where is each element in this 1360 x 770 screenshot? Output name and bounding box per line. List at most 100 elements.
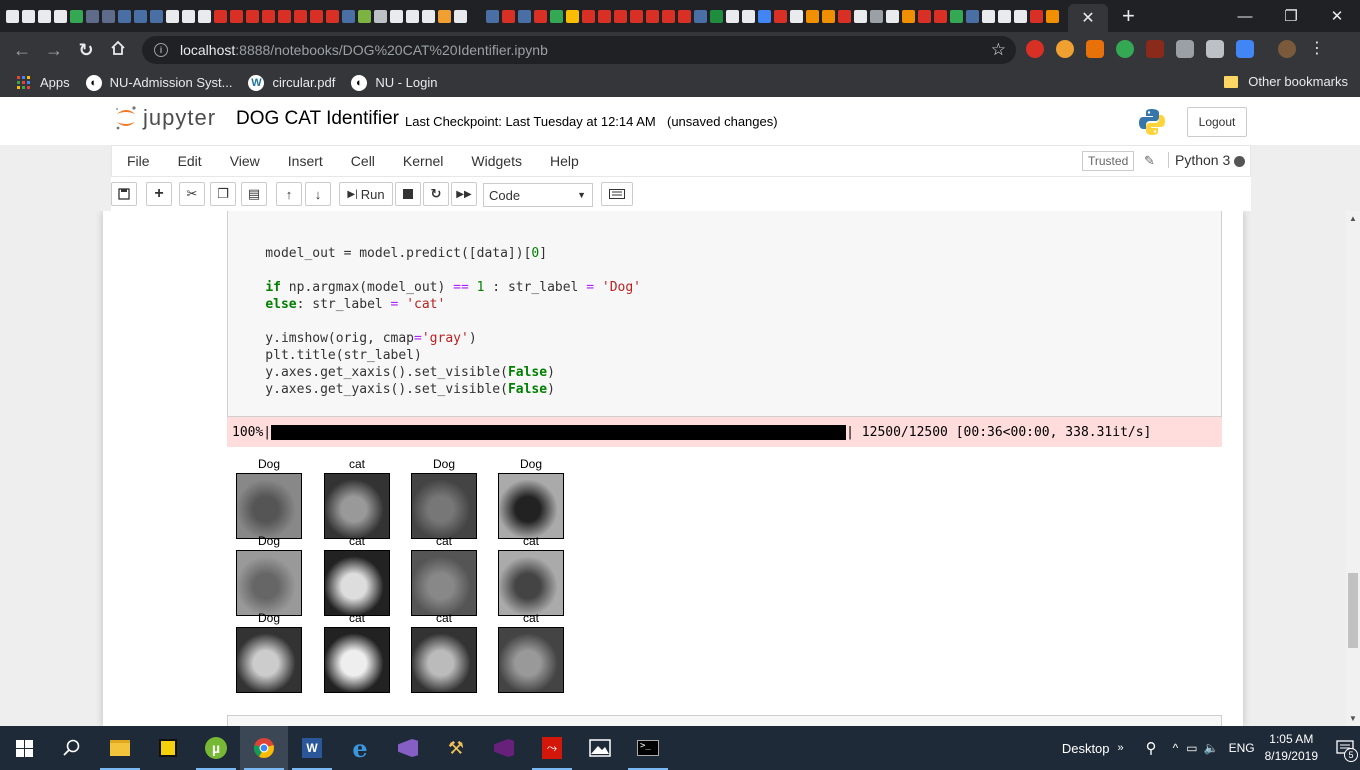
tab-favicon-icon[interactable] xyxy=(117,9,131,23)
kernel-name[interactable]: Python 3 xyxy=(1168,152,1230,168)
tab-favicon-icon[interactable] xyxy=(165,9,179,23)
page-scrollbar[interactable]: ▲ ▼ xyxy=(1346,211,1360,726)
taskbar-tools[interactable]: ⚒ xyxy=(432,726,480,770)
tab-favicon-icon[interactable] xyxy=(517,9,531,23)
tab-favicon-icon[interactable] xyxy=(405,9,419,23)
tab-favicon-icon[interactable] xyxy=(357,9,371,23)
tab-favicon-icon[interactable] xyxy=(869,9,883,23)
menu-kebab-icon[interactable]: ⋮ xyxy=(1308,40,1326,58)
tab-favicon-icon[interactable] xyxy=(565,9,579,23)
new-tab-button[interactable]: + xyxy=(1122,3,1135,29)
tab-favicon-icon[interactable] xyxy=(389,9,403,23)
close-tab-icon[interactable]: ✕ xyxy=(1081,8,1094,28)
tab-favicon-icon[interactable] xyxy=(5,9,19,23)
minimize-button[interactable]: — xyxy=(1222,0,1268,32)
tab-favicon-icon[interactable] xyxy=(277,9,291,23)
forward-icon[interactable]: → xyxy=(38,40,70,61)
tab-favicon-icon[interactable] xyxy=(37,9,51,23)
tab-favicon-icon[interactable] xyxy=(597,9,611,23)
tab-favicon-icon[interactable] xyxy=(885,9,899,23)
tab-favicon-icon[interactable] xyxy=(917,9,931,23)
cell-type-select[interactable]: Code ▼ xyxy=(483,183,593,207)
tab-favicon-icon[interactable] xyxy=(149,9,163,23)
profile-avatar[interactable] xyxy=(1278,40,1296,58)
menu-widgets[interactable]: Widgets xyxy=(471,153,522,169)
taskbar-visual-studio-code[interactable] xyxy=(384,726,432,770)
site-info-icon[interactable]: i xyxy=(154,43,168,57)
extension-icon[interactable] xyxy=(1116,40,1134,58)
tab-favicon-icon[interactable] xyxy=(741,9,755,23)
bookmark-star-icon[interactable]: ☆ xyxy=(991,40,1006,60)
tab-favicon-icon[interactable] xyxy=(933,9,947,23)
tab-favicons[interactable] xyxy=(4,9,1060,23)
taskbar-visual-studio[interactable] xyxy=(480,726,528,770)
tab-favicon-icon[interactable] xyxy=(725,9,739,23)
tab-favicon-icon[interactable] xyxy=(1029,9,1043,23)
tab-favicon-icon[interactable] xyxy=(661,9,675,23)
other-bookmarks[interactable]: Other bookmarks xyxy=(1224,74,1348,89)
tab-favicon-icon[interactable] xyxy=(325,9,339,23)
tab-favicon-icon[interactable] xyxy=(261,9,275,23)
taskbar-chrome[interactable] xyxy=(240,726,288,770)
tab-favicon-icon[interactable] xyxy=(197,9,211,23)
volume-icon[interactable]: 🔈 xyxy=(1204,741,1219,755)
tab-favicon-icon[interactable] xyxy=(501,9,515,23)
tab-favicon-icon[interactable] xyxy=(837,9,851,23)
tab-favicon-icon[interactable] xyxy=(101,9,115,23)
maximize-button[interactable]: ❐ xyxy=(1268,0,1314,32)
cut-button[interactable]: ✂ xyxy=(179,182,205,206)
tab-favicon-icon[interactable] xyxy=(549,9,563,23)
command-palette-button[interactable] xyxy=(601,182,633,206)
tab-favicon-icon[interactable] xyxy=(53,9,67,23)
tab-favicon-icon[interactable] xyxy=(21,9,35,23)
interrupt-button[interactable] xyxy=(395,182,421,206)
tab-favicon-icon[interactable] xyxy=(645,9,659,23)
paste-button[interactable]: ▤ xyxy=(241,182,267,206)
taskbar-acrobat[interactable]: ⤳ xyxy=(528,726,576,770)
home-icon[interactable] xyxy=(102,40,134,61)
tab-favicon-icon[interactable] xyxy=(469,9,483,23)
restart-run-all-button[interactable]: ▶▶ xyxy=(451,182,477,206)
copy-button[interactable]: ❐ xyxy=(210,182,236,206)
edit-pencil-icon[interactable]: ✎ xyxy=(1144,153,1155,169)
tab-favicon-icon[interactable] xyxy=(213,9,227,23)
code-editor[interactable]: model_out = model.predict([data])[0] if … xyxy=(234,211,641,432)
back-icon[interactable]: ← xyxy=(6,40,38,61)
chevron-icon[interactable]: » xyxy=(1118,742,1124,754)
show-hidden-icons[interactable]: ^ xyxy=(1173,741,1179,755)
menu-help[interactable]: Help xyxy=(550,153,579,169)
tab-favicon-icon[interactable] xyxy=(709,9,723,23)
taskbar-photos[interactable] xyxy=(576,726,624,770)
tab-favicon-icon[interactable] xyxy=(981,9,995,23)
restart-button[interactable]: ↻ xyxy=(423,182,449,206)
desktop-toolbar[interactable]: Desktop xyxy=(1062,741,1110,756)
code-cell-input[interactable]: model_out = model.predict([data])[0] if … xyxy=(227,211,1222,431)
taskbar-utorrent[interactable]: µ xyxy=(192,726,240,770)
taskbar-terminal[interactable]: >_ xyxy=(624,726,672,770)
tab-favicon-icon[interactable] xyxy=(629,9,643,23)
scroll-up-icon[interactable]: ▲ xyxy=(1349,214,1357,223)
tab-favicon-icon[interactable] xyxy=(373,9,387,23)
tab-favicon-icon[interactable] xyxy=(133,9,147,23)
tab-favicon-icon[interactable] xyxy=(949,9,963,23)
run-button[interactable]: ▶| Run xyxy=(339,182,393,206)
next-code-cell[interactable] xyxy=(227,715,1222,726)
tab-favicon-icon[interactable] xyxy=(421,9,435,23)
taskbar-edge[interactable]: e xyxy=(336,726,384,770)
bookmark-apps[interactable]: Apps xyxy=(16,75,70,91)
tab-favicon-icon[interactable] xyxy=(789,9,803,23)
tab-favicon-icon[interactable] xyxy=(997,9,1011,23)
tab-favicon-icon[interactable] xyxy=(69,9,83,23)
tab-favicon-icon[interactable] xyxy=(245,9,259,23)
search-button[interactable] xyxy=(48,726,96,770)
tab-favicon-icon[interactable] xyxy=(533,9,547,23)
tab-favicon-icon[interactable] xyxy=(85,9,99,23)
tab-favicon-icon[interactable] xyxy=(581,9,595,23)
tab-favicon-icon[interactable] xyxy=(677,9,691,23)
taskbar-sticky-notes[interactable] xyxy=(144,726,192,770)
tab-favicon-icon[interactable] xyxy=(757,9,771,23)
network-icon[interactable]: ▭ xyxy=(1186,741,1197,755)
active-tab[interactable]: ✕ xyxy=(1068,4,1108,32)
tab-favicon-icon[interactable] xyxy=(485,9,499,23)
notebook-name[interactable]: DOG CAT Identifier xyxy=(236,108,399,130)
